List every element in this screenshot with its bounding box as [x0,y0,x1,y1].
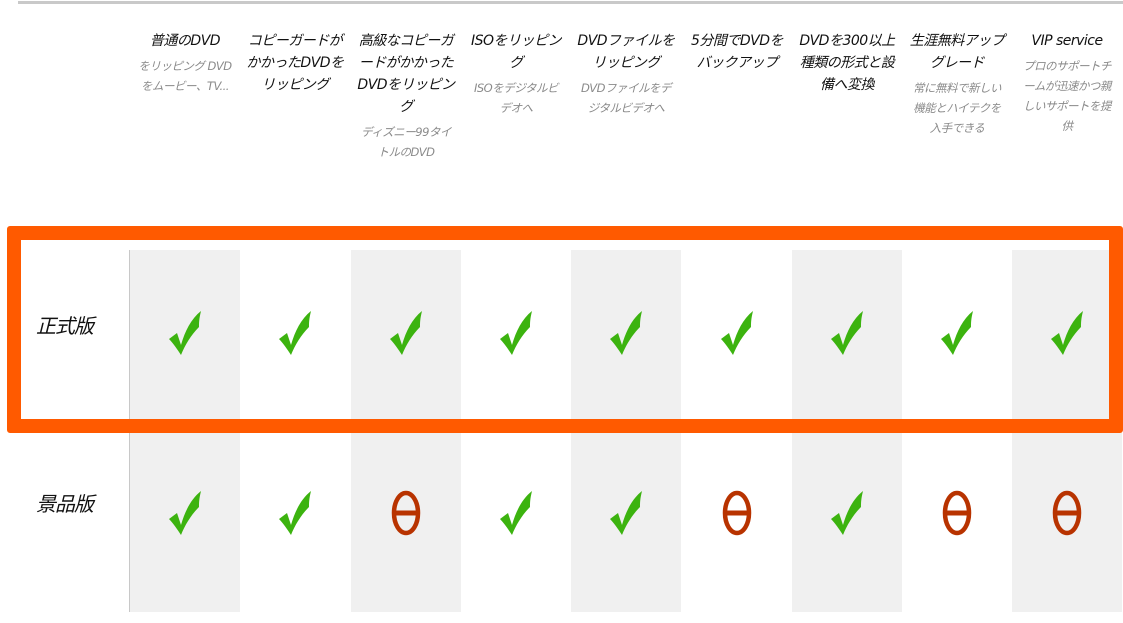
column-title: 5分間でDVDをバックアップ [690,33,784,71]
check-icon [461,308,571,358]
check-icon [240,308,350,358]
unavailable-icon [902,488,1012,538]
column-header: 生涯無料アップグレード常に無料で新しい機能とハイテクを入手できる [902,30,1012,138]
column-header: ISOをリッピング ISOをデジタルビデオへ [461,30,571,118]
column-title: コピーガードがかかったDVDをリッピング [246,33,344,93]
column-stripe [130,250,240,612]
column-header: 5分間でDVDをバックアップ [682,30,792,78]
column-stripe [571,250,681,612]
column-header: 高級なコピーガードがかかったDVDをリッピングディズニー99タイトルのDVD [351,30,461,162]
row-label-trial-version: 景品版 [36,492,94,516]
check-icon [792,308,902,358]
unavailable-icon [351,488,461,538]
check-icon [682,308,792,358]
column-subtitle: ISOをデジタルビデオへ [473,81,559,115]
column-subtitle: をリッピング DVDをムービー、TV... [138,59,232,93]
check-icon [130,308,240,358]
row-label-full-version: 正式版 [36,314,94,338]
column-subtitle: プロのサポートチームが迅速かつ親しいサポートを提供 [1023,59,1112,133]
check-icon [351,308,461,358]
check-icon [240,488,350,538]
label-column-divider [129,250,130,612]
column-subtitle: 常に無料で新しい機能とハイテクを入手できる [913,81,1002,135]
unavailable-icon [1012,488,1122,538]
column-title: 普通のDVD [149,33,221,49]
column-title: ISOをリッピング [470,33,562,71]
column-header: VIP service プロのサポートチームが迅速かつ親しいサポートを提供 [1012,30,1122,136]
unavailable-icon [682,488,792,538]
check-icon [571,488,681,538]
column-title: 生涯無料アップグレード [909,33,1005,71]
column-subtitle: DVDファイルをデジタルビデオへ [580,81,672,115]
column-header: DVDを300以上種類の形式と設備へ変換 [792,30,902,100]
column-title: DVDを300以上種類の形式と設備へ変換 [799,33,895,93]
column-header: 普通のDVD をリッピング DVDをムービー、TV... [130,30,240,96]
check-icon [792,488,902,538]
column-header: DVDファイルをリッピング DVDファイルをデジタルビデオへ [571,30,681,118]
check-icon [130,488,240,538]
column-title: 高級なコピーガードがかかったDVDをリッピング [357,33,455,115]
column-stripe [792,250,902,612]
check-icon [461,488,571,538]
column-title: DVDファイルをリッピング [577,33,675,71]
top-divider [18,1,1123,4]
column-header: コピーガードがかかったDVDをリッピング [240,30,350,100]
check-icon [902,308,1012,358]
check-icon [571,308,681,358]
column-stripe [351,250,461,612]
column-subtitle: ディズニー99タイトルのDVD [361,125,451,159]
check-icon [1012,308,1122,358]
column-title: VIP service [1031,33,1103,49]
column-stripe [1012,250,1122,612]
